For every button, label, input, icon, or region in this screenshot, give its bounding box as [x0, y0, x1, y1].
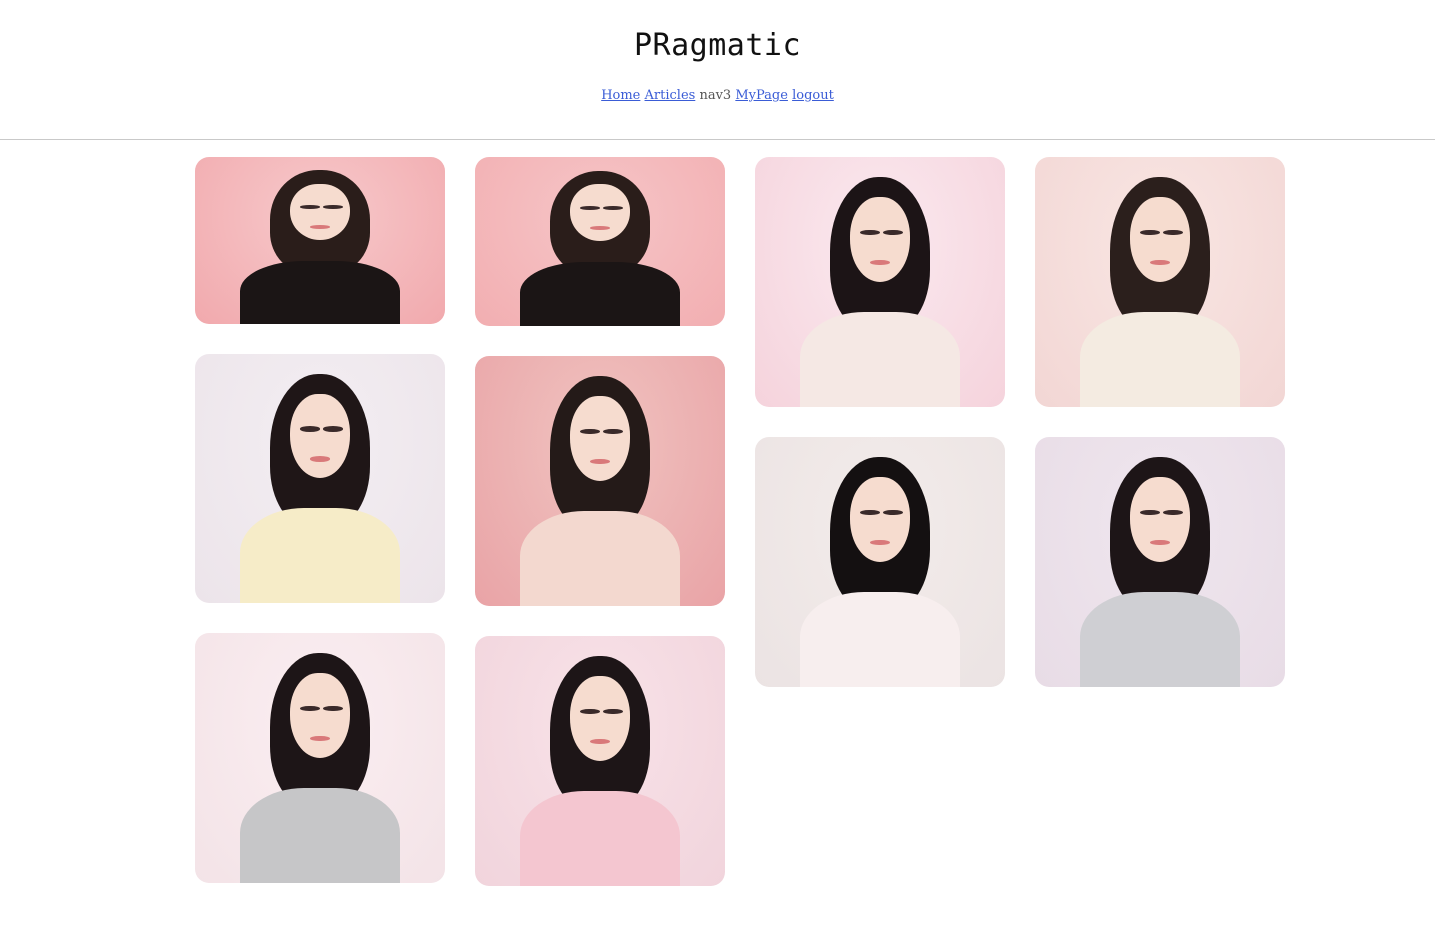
nav-home-link[interactable]: Home	[601, 88, 640, 103]
photo-card[interactable]	[475, 356, 725, 606]
photo-eye-left	[300, 705, 320, 711]
photo-eye-right	[602, 206, 623, 210]
photo-outfit	[800, 592, 960, 687]
photo-card[interactable]	[475, 636, 725, 886]
photo-face	[1130, 197, 1190, 282]
photo-face	[570, 396, 630, 481]
photo-eye-right	[322, 705, 343, 711]
photo-face	[850, 197, 910, 282]
photo-face	[850, 477, 910, 562]
photo-face	[1130, 477, 1190, 562]
photo-outfit	[240, 788, 400, 883]
photo-eye-left	[860, 509, 880, 515]
photo-outfit	[1080, 592, 1240, 687]
photo-lips	[590, 458, 610, 464]
photo-lips	[870, 539, 890, 545]
photo-outfit	[240, 508, 400, 603]
nav-logout-link[interactable]: logout	[792, 88, 834, 103]
photo-eye-left	[1140, 509, 1160, 515]
main-nav: Home Articles nav3 MyPage logout	[0, 88, 1435, 103]
photo-card[interactable]	[195, 354, 445, 603]
photo-face	[570, 676, 630, 761]
nav-mypage-link[interactable]: MyPage	[735, 88, 788, 103]
site-header: PRagmatic Home Articles nav3 MyPage logo…	[0, 0, 1435, 140]
photo-outfit	[520, 791, 680, 886]
photo-outfit	[240, 260, 400, 324]
photo-card[interactable]	[195, 157, 445, 324]
photo-lips	[590, 226, 610, 230]
photo-eye-left	[580, 206, 600, 210]
site-logo[interactable]: PRagmatic	[0, 28, 1435, 63]
photo-face	[290, 673, 350, 758]
photo-eye-right	[602, 428, 623, 434]
photo-eye-left	[580, 708, 600, 714]
photo-lips	[590, 738, 610, 744]
photo-eye-left	[580, 428, 600, 434]
photo-card[interactable]	[755, 157, 1005, 407]
photo-eye-right	[602, 708, 623, 714]
nav-articles-link[interactable]: Articles	[645, 88, 696, 103]
photo-face	[290, 393, 350, 479]
photo-eye-left	[860, 229, 880, 235]
photo-eye-right	[1162, 229, 1183, 235]
photo-eye-right	[1162, 509, 1183, 515]
photo-lips	[870, 259, 890, 265]
photo-card[interactable]	[475, 157, 725, 326]
photo-lips	[310, 456, 330, 462]
photo-outfit	[1080, 312, 1240, 407]
photo-eye-left	[300, 426, 320, 432]
photo-outfit	[800, 312, 960, 407]
photo-lips	[1150, 259, 1170, 265]
photo-eye-left	[1140, 229, 1160, 235]
photo-eye-right	[882, 229, 903, 235]
photo-outfit	[520, 261, 680, 326]
photo-card[interactable]	[1035, 437, 1285, 687]
photo-lips	[1150, 539, 1170, 545]
nav-nav3-text: nav3	[699, 88, 732, 103]
photo-eye-right	[882, 509, 903, 515]
photo-eye-right	[322, 426, 343, 432]
photo-gallery	[0, 141, 1435, 926]
photo-lips	[310, 735, 330, 741]
photo-card[interactable]	[195, 633, 445, 883]
photo-outfit	[520, 511, 680, 606]
photo-card[interactable]	[1035, 157, 1285, 407]
photo-eye-right	[322, 205, 343, 210]
photo-card[interactable]	[755, 437, 1005, 687]
